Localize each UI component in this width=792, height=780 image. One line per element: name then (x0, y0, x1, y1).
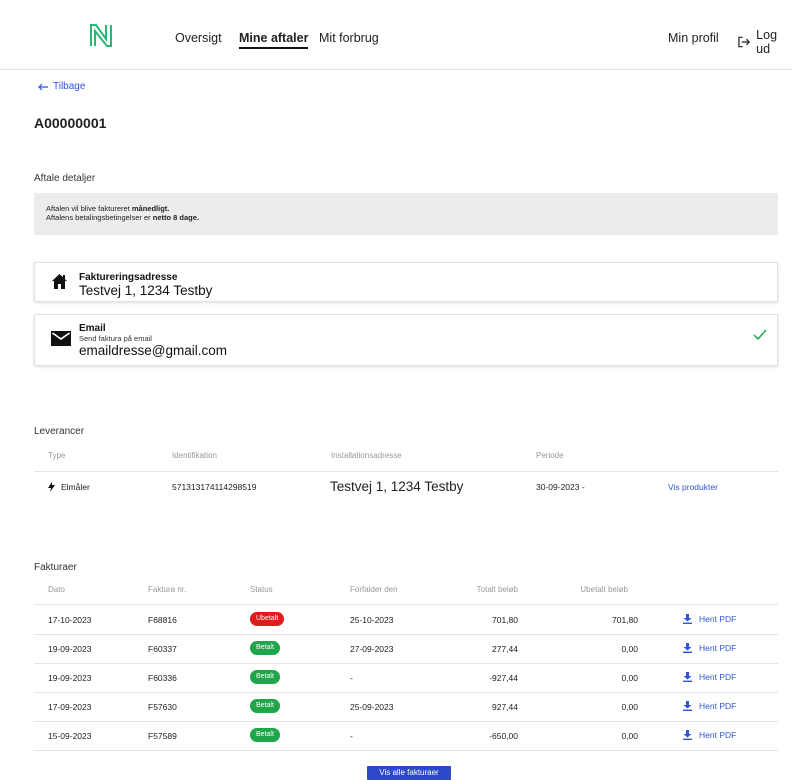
lev-header-address: Installationsadresse (331, 451, 402, 460)
invoice-due-date: 25-09-2023 (350, 702, 394, 712)
download-pdf-button[interactable]: Hent PDF (683, 730, 736, 740)
status-badge: Betalt (250, 728, 280, 742)
lev-divider (34, 471, 778, 472)
lev-id: 571313174114298519 (172, 482, 257, 492)
status-badge: Ubetalt (250, 612, 285, 626)
download-pdf-label: Hent PDF (699, 614, 737, 624)
lev-header-id: Identifikation (172, 451, 217, 460)
download-icon (683, 730, 692, 740)
logout-label: Log ud (756, 28, 778, 56)
nav-oversigt[interactable]: Oversigt (175, 31, 222, 45)
lightning-icon (48, 482, 55, 492)
invoice-total: 927,44 (492, 702, 518, 712)
row-divider (34, 721, 778, 722)
invoice-due-date: - (350, 673, 353, 683)
download-icon (683, 701, 692, 711)
invoice-total: -650,00 (489, 731, 518, 741)
invoice-date: 17-09-2023 (48, 702, 92, 712)
status-badge: Betalt (250, 699, 280, 713)
billing-address-card: Faktureringsadresse Testvej 1, 1234 Test… (34, 262, 778, 302)
status-badge: Betalt (250, 670, 280, 684)
lev-address: Testvej 1, 1234 Testby (330, 479, 464, 494)
invoice-unpaid: 0,00 (621, 731, 638, 741)
row-divider (34, 692, 778, 693)
invoice-number: F60337 (148, 644, 177, 654)
arrow-left-icon (38, 83, 48, 90)
vis-produkter-link[interactable]: Vis produkter (668, 482, 718, 492)
billing-address-value: Testvej 1, 1234 Testby (79, 283, 213, 298)
vis-alle-fakturaer-button[interactable]: Vis alle fakturaer (367, 766, 451, 780)
invoice-number: F57630 (148, 702, 177, 712)
details-info-box: Aftalen vil blive faktureret månedligt. … (34, 193, 778, 235)
back-link[interactable]: Tilbage (38, 81, 85, 92)
fak-header-unpaid: Ubetalt beløb (580, 585, 628, 594)
invoice-date: 19-09-2023 (48, 644, 92, 654)
fak-header-due: Forfalder den (350, 585, 398, 594)
download-icon (683, 614, 692, 624)
download-pdf-button[interactable]: Hent PDF (683, 672, 736, 682)
page-title: A00000001 (34, 115, 107, 131)
invoice-number: F60336 (148, 673, 177, 683)
logout-button[interactable]: Log ud (738, 28, 792, 56)
home-icon (52, 274, 67, 289)
invoice-due-date: 27-09-2023 (350, 644, 394, 654)
row-divider (34, 750, 778, 751)
logout-icon (738, 36, 751, 48)
status-badge: Betalt (250, 641, 280, 655)
download-pdf-label: Hent PDF (699, 701, 737, 711)
invoice-unpaid: 0,00 (621, 673, 638, 683)
lev-header-period: Periode (536, 451, 564, 460)
invoice-date: 19-09-2023 (48, 673, 92, 683)
details-heading: Aftale detaljer (34, 173, 96, 184)
invoice-total: 277,44 (492, 644, 518, 654)
invoice-number: F57589 (148, 731, 177, 741)
logo-icon[interactable] (88, 22, 114, 48)
profile-link[interactable]: Min profil (668, 31, 719, 45)
fak-divider (34, 604, 778, 605)
leverancer-heading: Leverancer (34, 426, 85, 437)
row-divider (34, 634, 778, 635)
invoice-due-date: - (350, 731, 353, 741)
row-divider (34, 663, 778, 664)
invoice-total: -927,44 (489, 673, 518, 683)
fak-header-total: Totalt beløb (476, 585, 518, 594)
lev-period: 30-09-2023 - (536, 482, 585, 492)
email-card[interactable]: Email Send faktura på email emaildresse@… (34, 314, 778, 366)
fak-header-date: Dato (48, 585, 65, 594)
download-icon (683, 672, 692, 682)
envelope-icon (51, 331, 71, 346)
back-label: Tilbage (53, 81, 86, 92)
email-title: Email (79, 323, 106, 334)
lev-type: Elmåler (48, 482, 90, 492)
fak-header-status: Status (250, 585, 273, 594)
invoice-date: 15-09-2023 (48, 731, 92, 741)
fak-header-nr: Faktura nr. (148, 585, 187, 594)
fakturaer-heading: Fakturaer (34, 562, 77, 573)
download-pdf-button[interactable]: Hent PDF (683, 701, 736, 711)
invoice-total: 701,80 (492, 615, 518, 625)
download-pdf-button[interactable]: Hent PDF (683, 643, 736, 653)
top-header: Oversigt Mine aftaler Mit forbrug Min pr… (0, 0, 792, 70)
download-pdf-label: Hent PDF (699, 643, 737, 653)
invoice-date: 17-10-2023 (48, 615, 92, 625)
invoice-unpaid: 0,00 (621, 702, 638, 712)
lev-header-type: Type (48, 451, 66, 460)
download-icon (683, 643, 692, 653)
email-subtitle: Send faktura på email (79, 334, 152, 343)
invoice-unpaid: 701,80 (612, 615, 638, 625)
download-pdf-button[interactable]: Hent PDF (683, 614, 736, 624)
download-pdf-label: Hent PDF (699, 672, 737, 682)
billing-address-title: Faktureringsadresse (79, 272, 178, 283)
nav-mine-aftaler[interactable]: Mine aftaler (239, 31, 309, 49)
invoice-number: F68816 (148, 615, 177, 625)
check-icon (753, 329, 767, 340)
invoice-unpaid: 0,00 (621, 644, 638, 654)
invoice-due-date: 25-10-2023 (350, 615, 394, 625)
details-line-2: Aftalens betalingsbetingelser er netto 8… (46, 212, 199, 222)
nav-mit-forbrug[interactable]: Mit forbrug (319, 31, 379, 45)
download-pdf-label: Hent PDF (699, 730, 737, 740)
email-value: emaildresse@gmail.com (79, 343, 227, 358)
